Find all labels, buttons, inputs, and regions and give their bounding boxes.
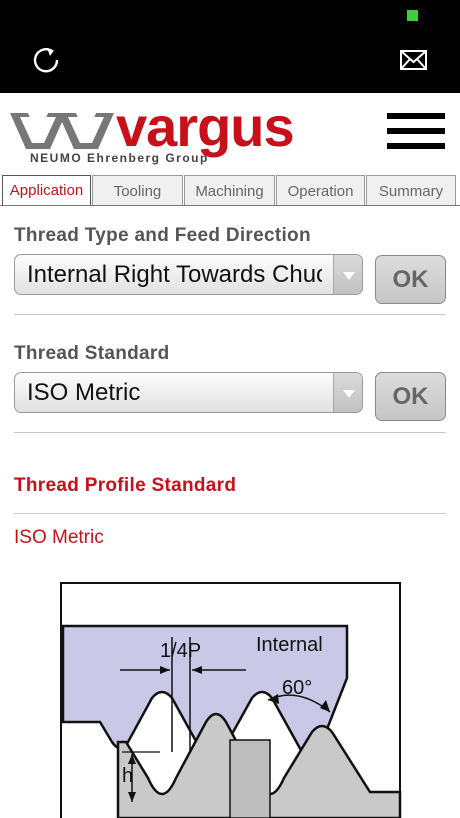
thread-standard-select[interactable]: ISO Metric	[14, 372, 363, 413]
thread-standard-ok-button[interactable]: OK	[375, 372, 446, 421]
tab-machining[interactable]: Machining	[184, 175, 275, 206]
mail-button[interactable]	[399, 48, 429, 72]
status-indicator	[407, 10, 418, 21]
refresh-icon	[33, 48, 59, 73]
svg-text:h: h	[122, 765, 133, 787]
thread-type-select[interactable]: Internal Right Towards Chuck	[14, 254, 363, 295]
top-bar	[0, 0, 460, 93]
thread-profile-diagram: 1/4P Internal 60° h	[60, 582, 402, 818]
chevron-down-icon	[333, 255, 362, 294]
vargus-logo: vargus NEUMO Ehrenberg Group	[10, 103, 295, 165]
tabs-underline	[0, 205, 460, 206]
tab-summary[interactable]: Summary	[366, 175, 456, 206]
svg-text:60°: 60°	[282, 677, 312, 699]
tab-bar: Application Tooling Machining Operation …	[0, 175, 460, 206]
thread-standard-value: ISO Metric	[27, 379, 141, 406]
svg-text:NEUMO Ehrenberg Group: NEUMO Ehrenberg Group	[30, 151, 209, 165]
tab-tooling[interactable]: Tooling	[92, 175, 183, 206]
svg-text:1/4P: 1/4P	[160, 640, 201, 662]
thread-profile-heading: Thread Profile Standard	[14, 475, 237, 496]
tab-operation[interactable]: Operation	[276, 175, 365, 206]
divider	[14, 314, 446, 315]
hamburger-menu-button[interactable]	[387, 113, 445, 153]
tab-application[interactable]: Application	[2, 175, 91, 206]
refresh-button[interactable]	[30, 44, 62, 76]
thread-standard-label: Thread Standard	[14, 343, 170, 364]
svg-text:vargus: vargus	[116, 103, 294, 158]
thread-type-value: Internal Right Towards Chuck	[27, 261, 322, 288]
menu-line	[387, 143, 445, 149]
app-header: vargus NEUMO Ehrenberg Group	[0, 93, 460, 173]
divider	[14, 513, 446, 514]
chevron-down-icon	[333, 373, 362, 412]
svg-text:Internal: Internal	[256, 634, 323, 656]
thread-type-label: Thread Type and Feed Direction	[14, 225, 311, 246]
menu-line	[387, 128, 445, 134]
thread-type-ok-button[interactable]: OK	[375, 255, 446, 304]
mail-icon	[400, 50, 427, 70]
menu-line	[387, 113, 445, 119]
divider	[14, 432, 446, 433]
thread-profile-value: ISO Metric	[14, 527, 104, 548]
